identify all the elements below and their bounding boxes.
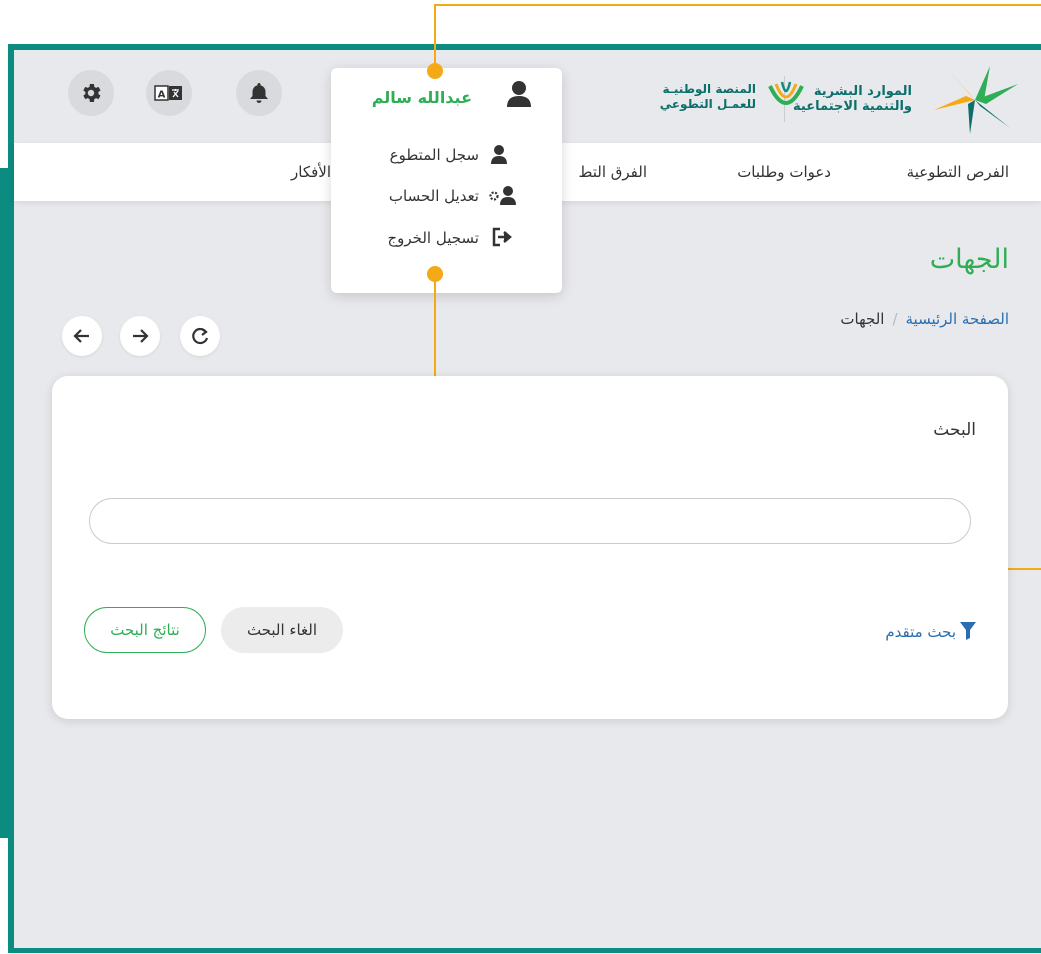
arrow-left-icon xyxy=(73,329,89,343)
breadcrumb-home-link[interactable]: الصفحة الرئيسية xyxy=(906,310,1010,328)
frame-border-bottom xyxy=(8,948,1041,953)
menu-item-volunteer-record[interactable]: سجل المتطوع xyxy=(331,140,562,170)
refresh-icon xyxy=(192,327,209,345)
user-settings-icon xyxy=(489,186,516,205)
translate-icon: A xyxy=(154,85,182,101)
forward-button[interactable] xyxy=(120,316,160,356)
header-logos: الموارد البشرية والتنمية الاجتماعية المن… xyxy=(610,62,1020,138)
platform-logo-icon xyxy=(768,81,804,105)
refresh-button[interactable] xyxy=(180,316,220,356)
logout-icon xyxy=(492,227,512,247)
filter-icon xyxy=(960,622,976,640)
nav-item-opportunities[interactable]: الفرص التطوعية xyxy=(907,163,1009,181)
frame-border-top xyxy=(8,44,1041,50)
arrow-right-icon xyxy=(133,329,149,343)
bell-icon xyxy=(250,83,268,103)
settings-gear-icon xyxy=(83,84,101,102)
advanced-search-label: بحث متقدم xyxy=(885,623,956,641)
language-button[interactable]: A xyxy=(146,70,192,116)
menu-item-edit-account[interactable]: تعديل الحساب xyxy=(331,181,562,211)
search-card: البحث بحث متقدم الغاء البحث نتائج البحث xyxy=(52,376,1008,719)
nav-item-teams[interactable]: الفرق التط xyxy=(578,163,647,181)
annotation-line xyxy=(434,4,1041,6)
user-dropdown-menu: عبدالله سالم سجل المتطوع تعديل الحساب تس… xyxy=(331,68,562,293)
search-input[interactable] xyxy=(89,498,971,544)
menu-item-logout[interactable]: تسجيل الخروج xyxy=(331,223,562,253)
breadcrumb-separator: / xyxy=(892,310,898,328)
annotation-line xyxy=(434,4,436,70)
search-label: البحث xyxy=(933,420,976,440)
breadcrumb: الصفحة الرئيسية / الجهات xyxy=(840,310,1009,328)
user-name: عبدالله سالم xyxy=(371,88,472,107)
menu-item-label: تسجيل الخروج xyxy=(387,229,479,247)
menu-item-label: سجل المتطوع xyxy=(389,146,479,164)
user-icon xyxy=(507,81,531,107)
nav-item-ideas[interactable]: الأفكار xyxy=(291,163,331,181)
notifications-button[interactable] xyxy=(236,70,282,116)
side-accent-bar xyxy=(0,168,14,838)
back-button[interactable] xyxy=(62,316,102,356)
platform-logo-text: المنصة الوطنيـة للعمـل التطوعي xyxy=(659,82,756,111)
svg-text:A: A xyxy=(158,90,166,101)
menu-item-label: تعديل الحساب xyxy=(388,187,479,205)
settings-button[interactable] xyxy=(68,70,114,116)
nav-item-invitations[interactable]: دعوات وطلبات xyxy=(737,163,831,181)
annotation-marker xyxy=(427,266,443,282)
annotation-marker xyxy=(427,63,443,79)
ministry-logo-icon xyxy=(934,66,1018,134)
cancel-search-button[interactable]: الغاء البحث xyxy=(221,607,343,653)
user-icon xyxy=(491,145,507,164)
page-title: الجهات xyxy=(929,244,1009,275)
advanced-search-link[interactable]: بحث متقدم xyxy=(885,622,976,641)
ministry-logo-text: الموارد البشرية والتنمية الاجتماعية xyxy=(793,84,912,114)
search-results-button[interactable]: نتائج البحث xyxy=(84,607,206,653)
breadcrumb-current: الجهات xyxy=(840,310,885,328)
